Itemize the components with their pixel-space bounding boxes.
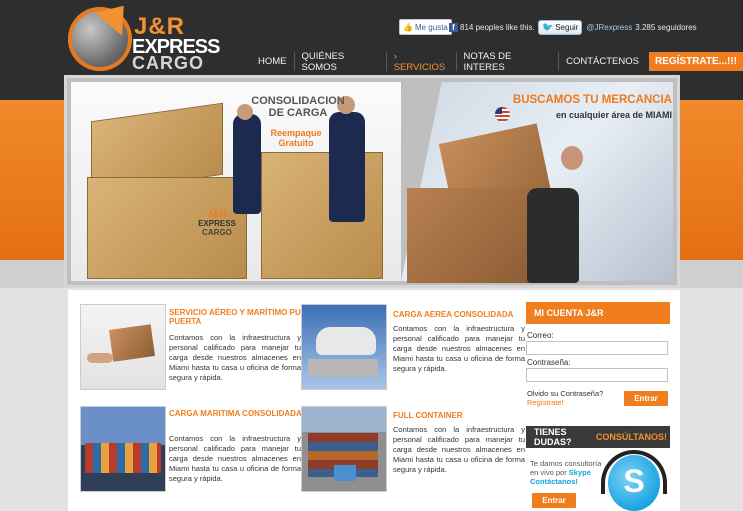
service-thumbnail[interactable]	[301, 406, 387, 492]
twitter-handle[interactable]: @JRexpress	[586, 23, 632, 32]
skype-header: TIENES DUDAS? CONSÚLTANOS!	[526, 426, 670, 448]
banner-left-photo: J&R EXPRESS CARGO CONSOLIDACION DE CARGA…	[71, 82, 401, 281]
service-thumbnail[interactable]	[301, 304, 387, 390]
facebook-icon: f	[449, 22, 458, 32]
twitter-bird-icon: 🐦	[542, 21, 554, 32]
facebook-count: f 814 peoples like this.	[418, 19, 535, 35]
forgot-password: Olvido su Contraseña? Regístrate!	[527, 389, 603, 407]
banner-consolidacion: CONSOLIDACION DE CARGA	[251, 95, 345, 119]
twitter-followers: 3.285 seguidores	[635, 22, 697, 32]
service-text: Contamos con la infraestructura y person…	[393, 324, 525, 373]
nav-contactenos[interactable]: CONTÁCTENOS	[559, 52, 646, 71]
banner-miami: en cualquier área de MIAMI	[555, 110, 672, 120]
password-label: Contraseña:	[527, 358, 571, 367]
crate-logo-line: CARGO	[202, 228, 232, 237]
skype-brand: Skype	[568, 468, 591, 477]
login-button[interactable]: Entrar	[624, 391, 668, 406]
delivery-man-figure	[527, 188, 579, 283]
skype-icon[interactable]	[608, 455, 660, 511]
thumbs-up-icon: 👍	[403, 22, 413, 32]
service-title[interactable]: FULL CONTAINER	[393, 411, 553, 420]
site-logo[interactable]: J&R EXPRESS CARGO	[68, 0, 220, 75]
nav-quienes-somos[interactable]: QUIÉNES SOMOS	[295, 51, 387, 73]
nav-notas[interactable]: NOTAS DE INTERES	[457, 51, 560, 73]
follow-label: Seguir	[555, 22, 579, 32]
hero-banner[interactable]: J&R EXPRESS CARGO CONSOLIDACION DE CARGA…	[67, 78, 677, 285]
service-text: Contamos con la infraestructura y person…	[393, 425, 525, 474]
crate-logo: J&R EXPRESS CARGO	[193, 209, 241, 238]
nav-register-button[interactable]: REGÍSTRATE...!!!	[648, 52, 743, 71]
email-field[interactable]	[526, 341, 668, 355]
skype-text-block: Te damos consultoría en vivo por Skype C…	[530, 459, 608, 486]
skype-enter-button[interactable]: Entrar	[532, 493, 576, 508]
facebook-likes-text: 814 peoples like this.	[460, 22, 535, 32]
password-field[interactable]	[526, 368, 668, 382]
worker-figure	[233, 114, 261, 214]
delivery-man-head	[561, 146, 583, 170]
skype-header-a: TIENES DUDAS?	[534, 427, 572, 447]
banner-reempaque: Reempaque Gratuito	[270, 128, 322, 148]
main-nav: HOME QUIÉNES SOMOS › SERVICIOS NOTAS DE …	[251, 51, 743, 73]
package-box	[407, 188, 547, 283]
service-text: Contamos con la infraestructura y person…	[169, 333, 301, 382]
twitter-follow-button[interactable]: 🐦 Seguir	[538, 19, 583, 35]
nav-home[interactable]: HOME	[251, 52, 295, 71]
crate-logo-line: EXPRESS	[198, 219, 236, 228]
skype-header-b: CONSÚLTANOS!	[595, 432, 667, 442]
crate-logo-line: J&R	[206, 209, 227, 220]
nav-servicios[interactable]: › SERVICIOS	[387, 51, 457, 73]
worker-figure	[329, 112, 365, 222]
forgot-password-link[interactable]: Olvido su Contraseña?	[527, 389, 603, 398]
email-label: Correo:	[527, 331, 554, 340]
twitter-widget: 🐦 Seguir @JRexpress 3.285 seguidores	[538, 19, 697, 35]
logo-line-3: CARGO	[132, 53, 204, 73]
account-header: MI CUENTA J&R	[526, 302, 670, 324]
skype-contact-link[interactable]: Contáctanos!	[530, 477, 608, 486]
service-text: Contamos con la infraestructura y person…	[169, 434, 301, 483]
register-link[interactable]: Regístrate!	[527, 398, 603, 407]
service-thumbnail[interactable]	[80, 406, 166, 492]
banner-buscamos: BUSCAMOS TU MERCANCIA	[512, 94, 672, 106]
service-thumbnail[interactable]	[80, 304, 166, 390]
